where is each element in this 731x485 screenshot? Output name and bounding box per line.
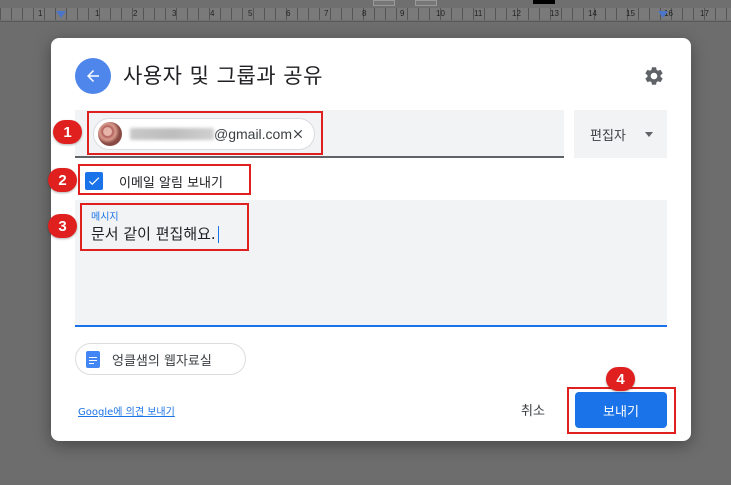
back-button[interactable] bbox=[75, 58, 111, 94]
annotation-badge-2: 2 bbox=[48, 168, 77, 192]
annotation-badge-3: 3 bbox=[48, 214, 77, 238]
annotation-badge-1: 1 bbox=[53, 120, 82, 144]
ruler-number: 3 bbox=[172, 9, 177, 18]
ruler-number: 17 bbox=[700, 9, 709, 18]
highlight-box-2 bbox=[78, 164, 251, 195]
ruler-number: 14 bbox=[588, 9, 597, 18]
ruler-number: 7 bbox=[324, 9, 329, 18]
ruler-number: 1 bbox=[38, 9, 43, 18]
ruler-number: 9 bbox=[400, 9, 405, 18]
ruler-number: 5 bbox=[248, 9, 253, 18]
ruler-number: 10 bbox=[436, 9, 445, 18]
annotation-badge-4: 4 bbox=[606, 367, 635, 391]
settings-button[interactable] bbox=[641, 63, 667, 89]
cancel-button[interactable]: 취소 bbox=[506, 394, 560, 424]
google-docs-icon bbox=[86, 350, 100, 368]
ruler-number: 15 bbox=[626, 9, 635, 18]
document-chip[interactable]: 엉클샘의 웹자료실 bbox=[75, 343, 246, 375]
dialog-title: 사용자 및 그룹과 공유 bbox=[123, 64, 323, 88]
gear-icon bbox=[645, 67, 663, 85]
ruler-number: 13 bbox=[550, 9, 559, 18]
ruler-box bbox=[373, 0, 395, 6]
role-selected-label: 편집자 bbox=[590, 128, 626, 144]
indent-marker[interactable] bbox=[56, 11, 66, 18]
role-dropdown[interactable]: 편집자 bbox=[574, 110, 667, 158]
ruler-number: 2 bbox=[133, 9, 138, 18]
ruler-number: 1 bbox=[95, 9, 100, 18]
ruler-number: 4 bbox=[210, 9, 215, 18]
highlight-box-4 bbox=[567, 387, 676, 434]
ruler-number: 8 bbox=[362, 9, 367, 18]
feedback-link[interactable]: Google에 의견 보내기 bbox=[78, 403, 175, 418]
ruler-tab-marker bbox=[533, 0, 555, 4]
right-indent-marker[interactable] bbox=[658, 11, 668, 18]
highlight-box-1 bbox=[87, 111, 323, 155]
document-title: 엉클샘의 웹자료실 bbox=[112, 353, 212, 369]
ruler-number: 6 bbox=[286, 9, 291, 18]
ruler-box bbox=[415, 0, 437, 6]
highlight-box-3 bbox=[80, 203, 249, 251]
ruler: 1 1 2 3 4 5 6 7 8 9 10 11 12 13 14 15 16… bbox=[0, 0, 731, 22]
chevron-down-icon bbox=[645, 132, 653, 137]
ruler-number: 12 bbox=[512, 9, 521, 18]
arrow-left-icon bbox=[87, 70, 99, 82]
ruler-number: 11 bbox=[474, 9, 483, 18]
